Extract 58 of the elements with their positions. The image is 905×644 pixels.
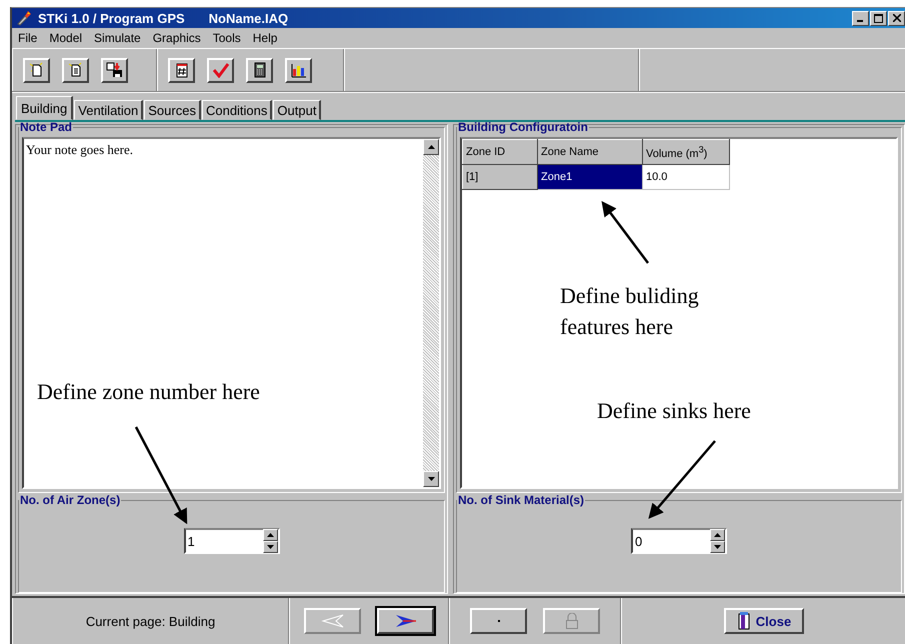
document-icon[interactable] (62, 58, 89, 82)
tab[interactable]: Output (273, 100, 322, 120)
lock-icon (564, 613, 578, 629)
maximize-icon (874, 14, 883, 22)
new-file-icon[interactable] (23, 58, 50, 82)
column-header[interactable]: Zone Name (538, 140, 642, 164)
tab[interactable]: Ventilation (74, 100, 144, 120)
close-button[interactable]: Close (724, 608, 804, 634)
right-arrow-icon (394, 614, 418, 628)
grid-icon[interactable] (168, 58, 195, 82)
scrollbar[interactable] (423, 139, 439, 487)
table-cell[interactable]: 10.0 (642, 164, 730, 190)
menu-item[interactable]: Tools (212, 31, 241, 45)
save-icon[interactable] (101, 58, 128, 82)
file-name: NoName.IAQ (208, 10, 288, 26)
spinner-field[interactable]: 0 (631, 528, 727, 554)
menu-item[interactable]: Help (252, 31, 278, 45)
annotation-text: Define sinks here (597, 397, 752, 425)
down-arrow-icon (428, 477, 434, 481)
blank-button[interactable] (470, 608, 527, 634)
spinner-field[interactable]: 1 (184, 528, 280, 554)
minimize-button[interactable] (852, 10, 869, 26)
close-button[interactable] (888, 10, 905, 26)
torch-icon (16, 10, 32, 26)
menu-item[interactable]: Simulate (94, 31, 141, 45)
arrow (602, 201, 649, 264)
down-arrow-icon (714, 545, 721, 549)
checkmark-icon[interactable] (207, 58, 234, 82)
down-arrow-icon (266, 545, 274, 549)
bar-chart-icon[interactable] (285, 58, 312, 82)
column-header[interactable]: Zone ID (462, 140, 538, 164)
up-arrow-icon (428, 145, 434, 149)
maximize-button[interactable] (870, 10, 887, 26)
menu-item[interactable]: Graphics (152, 31, 201, 45)
table-cell[interactable]: [1] (462, 164, 538, 190)
next-button[interactable] (377, 608, 434, 634)
calculator-icon[interactable] (246, 58, 273, 82)
column-header[interactable]: Volume (m$^{3}$) (642, 140, 730, 164)
annotation-text: Define buliding features here (560, 282, 700, 341)
menu-item[interactable]: Model (49, 31, 82, 45)
up-arrow-icon (714, 533, 721, 537)
table-cell[interactable]: Zone1 (538, 164, 642, 190)
window-title: STKi 1.0 / Program GPS (38, 10, 185, 26)
tab[interactable]: Conditions (202, 100, 272, 120)
group-title: No. of Air Zone(s) (19, 493, 122, 507)
note-text: Your note goes here. (25, 141, 134, 159)
up-arrow-icon (266, 533, 274, 537)
group-title: No. of Sink Material(s) (457, 493, 586, 507)
group-title: Note Pad (19, 120, 74, 134)
annotation-text: Define zone number here (37, 378, 261, 406)
tab[interactable]: Sources (144, 100, 201, 120)
close-icon (892, 14, 900, 22)
status-text: Current page: Building (86, 614, 216, 628)
tab[interactable]: Building (16, 96, 74, 120)
left-arrow-icon (320, 614, 344, 628)
door-icon (736, 612, 752, 630)
menu-item[interactable]: File (18, 31, 38, 45)
group-title: Building Configuratoin (457, 120, 589, 134)
